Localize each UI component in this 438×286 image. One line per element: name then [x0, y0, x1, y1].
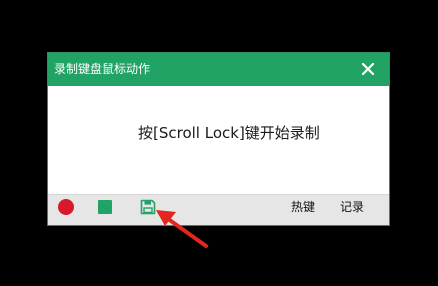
- window-title: 录制键盘鼠标动作: [54, 62, 151, 76]
- recorder-window: 录制键盘鼠标动作 按[Scroll Lock]键开始录制 热键 记录: [47, 52, 390, 226]
- hotkey-button[interactable]: 热键: [291, 199, 315, 215]
- toolbar: 热键 记录: [48, 194, 389, 225]
- start-hint-text: 按[Scroll Lock]键开始录制: [138, 124, 320, 142]
- title-bar[interactable]: 录制键盘鼠标动作: [48, 53, 389, 86]
- annotation-arrow-icon: [156, 210, 208, 248]
- records-button[interactable]: 记录: [340, 199, 364, 215]
- close-icon[interactable]: [361, 62, 375, 76]
- content-area: 按[Scroll Lock]键开始录制: [48, 86, 389, 194]
- stop-icon[interactable]: [98, 200, 112, 214]
- record-icon[interactable]: [58, 199, 74, 215]
